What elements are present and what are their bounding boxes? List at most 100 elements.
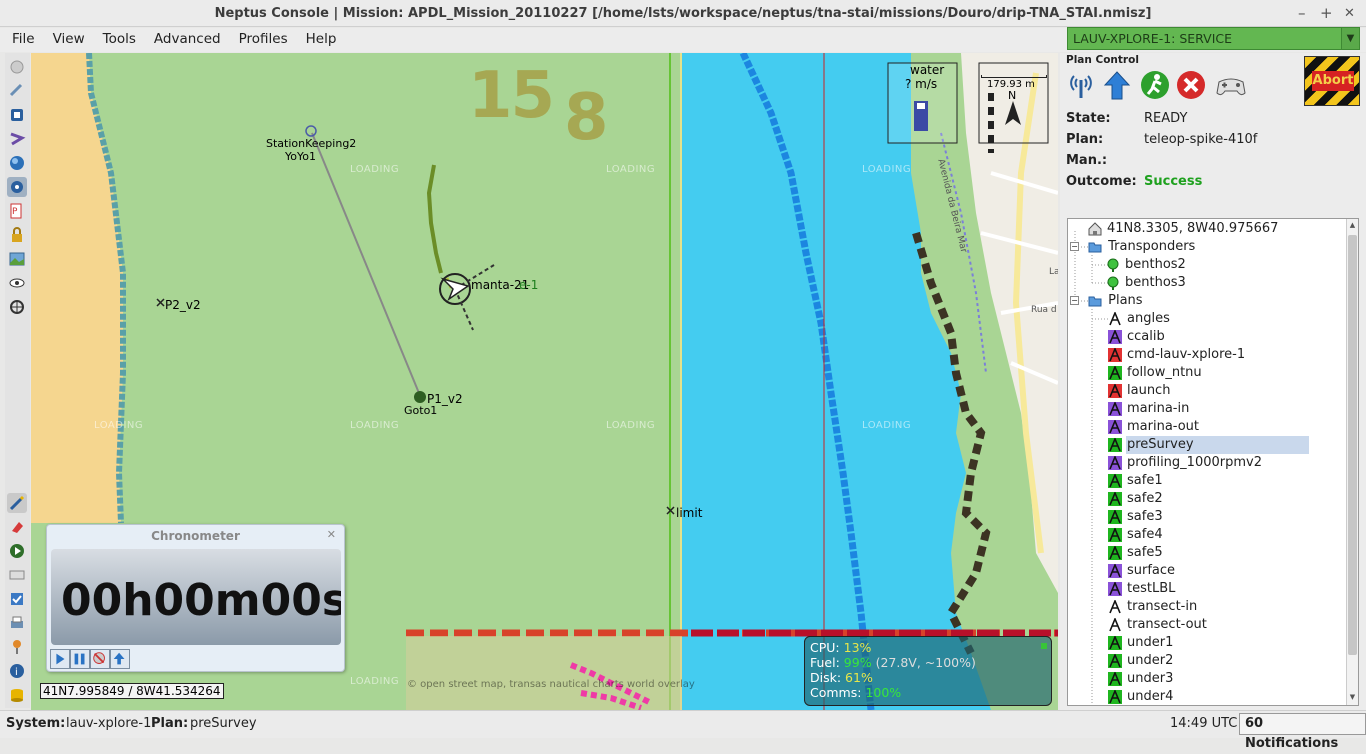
plan-item[interactable]: preSurvey [1108, 436, 1309, 454]
globe-icon[interactable] [7, 153, 27, 173]
marker-stationkeeping-label[interactable]: StationKeeping2 [266, 137, 356, 150]
plan-item[interactable]: under3 [1108, 670, 1173, 688]
left-toolbar: P i [5, 53, 30, 708]
plan-item[interactable]: under1 [1108, 634, 1173, 652]
start-plan-icon[interactable] [1140, 70, 1170, 100]
marker-goto-label[interactable]: Goto1 [404, 404, 437, 417]
loading-tile-label: LOADING [350, 676, 400, 687]
plan-icon [1108, 456, 1122, 470]
stop-plan-icon[interactable] [1176, 70, 1206, 100]
menu-advanced[interactable]: Advanced [148, 28, 227, 50]
mission-tree[interactable]: 41N8.3305, 8W40.975667 − Transponders be… [1067, 218, 1359, 706]
play-plan-icon[interactable] [7, 541, 27, 561]
folder-icon [1088, 296, 1102, 307]
plan-item[interactable]: safe4 [1108, 526, 1163, 544]
close-button[interactable]: ✕ [1344, 0, 1355, 27]
vehicle-selector-value: LAUV-XPLORE-1: SERVICE [1073, 31, 1233, 46]
plan-item[interactable]: safe5 [1108, 544, 1163, 562]
collapse-icon[interactable]: − [1070, 242, 1079, 251]
maximize-button[interactable]: + [1320, 0, 1333, 27]
plan-item[interactable]: safe2 [1108, 490, 1163, 508]
transponder-item[interactable]: benthos3 [1106, 274, 1186, 292]
eye-icon[interactable] [7, 273, 27, 293]
antenna-icon[interactable] [1066, 70, 1096, 100]
abort-button[interactable]: Abort [1304, 56, 1360, 106]
send-plan-icon[interactable] [1102, 70, 1132, 100]
checklist-icon[interactable] [7, 589, 27, 609]
minimize-button[interactable]: – [1298, 0, 1306, 27]
eraser-icon[interactable] [7, 517, 27, 537]
image-icon[interactable] [7, 249, 27, 269]
tree-transponders-row[interactable]: − Transponders [1070, 238, 1195, 256]
plan-item[interactable]: follow_ntnu [1108, 364, 1202, 382]
plan-item[interactable]: angles [1108, 310, 1170, 328]
transponder-item[interactable]: benthos2 [1106, 256, 1186, 274]
plan-item[interactable]: profiling_1000rpmv2 [1108, 454, 1262, 472]
svg-text:P: P [12, 207, 18, 217]
plan-item[interactable]: safe1 [1108, 472, 1163, 490]
menu-view[interactable]: View [47, 28, 91, 50]
tree-home-row[interactable]: 41N8.3305, 8W40.975667 [1088, 220, 1278, 238]
plan-item[interactable]: transect-out [1108, 616, 1207, 634]
menu-help[interactable]: Help [300, 28, 343, 50]
target-icon[interactable] [7, 297, 27, 317]
scroll-down-icon[interactable]: ▼ [1348, 693, 1357, 703]
right-panel: Plan Control Abort State: READY Plan: te… [1060, 53, 1366, 710]
chrono-pause-icon[interactable] [70, 649, 90, 669]
printer-icon[interactable] [7, 613, 27, 633]
menu-profiles[interactable]: Profiles [233, 28, 294, 50]
plan-icon [1108, 492, 1122, 506]
pin-icon[interactable] [7, 637, 27, 657]
ruler-icon[interactable] [7, 81, 27, 101]
database-icon[interactable] [7, 685, 27, 705]
pencil-icon[interactable] [7, 493, 27, 513]
chrono-reset-icon[interactable] [90, 649, 110, 669]
marker-limit-label[interactable]: limit [676, 506, 702, 520]
menu-tools[interactable]: Tools [97, 28, 142, 50]
plan-item[interactable]: marina-out [1108, 418, 1199, 436]
plan-item[interactable]: launch [1108, 382, 1170, 400]
polygon-icon[interactable] [7, 105, 27, 125]
plan-edit-icon[interactable]: P [7, 201, 27, 221]
plan-item[interactable]: safe3 [1108, 508, 1163, 526]
info-icon[interactable]: i [7, 661, 27, 681]
hand-icon[interactable] [7, 57, 27, 77]
lock-icon[interactable] [7, 225, 27, 245]
plan-item[interactable]: testLBL [1108, 580, 1175, 598]
teleoperation-gamepad-icon[interactable] [1214, 70, 1248, 100]
chronometer-title: Chronometer [151, 529, 240, 543]
menu-file[interactable]: File [6, 28, 41, 50]
close-icon[interactable]: ✕ [327, 528, 336, 541]
plan-item[interactable]: under2 [1108, 652, 1173, 670]
loading-tile-label: LOADING [350, 420, 400, 431]
plan-icon [1108, 654, 1122, 668]
plan-label: under2 [1127, 653, 1174, 668]
scroll-up-icon[interactable]: ▲ [1348, 221, 1357, 231]
plan-item[interactable]: marina-in [1108, 400, 1189, 418]
plan-item[interactable]: transect-in [1108, 598, 1197, 616]
chrono-play-icon[interactable] [50, 649, 70, 669]
marker-yoyo-label[interactable]: YoYo1 [285, 150, 316, 163]
vehicle-tracking-icon[interactable] [7, 177, 27, 197]
plan-label: angles [1127, 311, 1170, 326]
collapse-icon[interactable]: − [1070, 296, 1079, 305]
plan-item[interactable]: surface [1108, 562, 1175, 580]
keyboard-icon[interactable] [7, 565, 27, 585]
home-location-label: 41N8.3305, 8W40.975667 [1107, 221, 1279, 236]
marker-p2-label[interactable]: P2_v2 [165, 298, 201, 312]
plan-item[interactable]: cmd-lauv-xplore-1 [1108, 346, 1245, 364]
chrono-up-icon[interactable] [110, 649, 130, 669]
chevron-down-icon[interactable]: ▼ [1341, 28, 1359, 49]
plan-item[interactable]: under4 [1108, 688, 1173, 705]
comms-value: 100% [865, 685, 902, 700]
vehicle-selector[interactable]: LAUV-XPLORE-1: SERVICE ▼ [1067, 27, 1360, 50]
notifications-button[interactable]: 60 Notifications [1239, 713, 1366, 751]
plan-label: Plan: [1066, 132, 1104, 147]
plan-item[interactable]: ccalib [1108, 328, 1165, 346]
tree-plans-row[interactable]: − Plans [1070, 292, 1143, 310]
scroll-thumb[interactable] [1348, 235, 1357, 655]
utc-time: 14:49 UTC [1170, 716, 1238, 731]
loading-tile-label: LOADING [606, 420, 656, 431]
route-icon[interactable] [7, 129, 27, 149]
tree-scrollbar[interactable]: ▲ ▼ [1346, 219, 1358, 705]
